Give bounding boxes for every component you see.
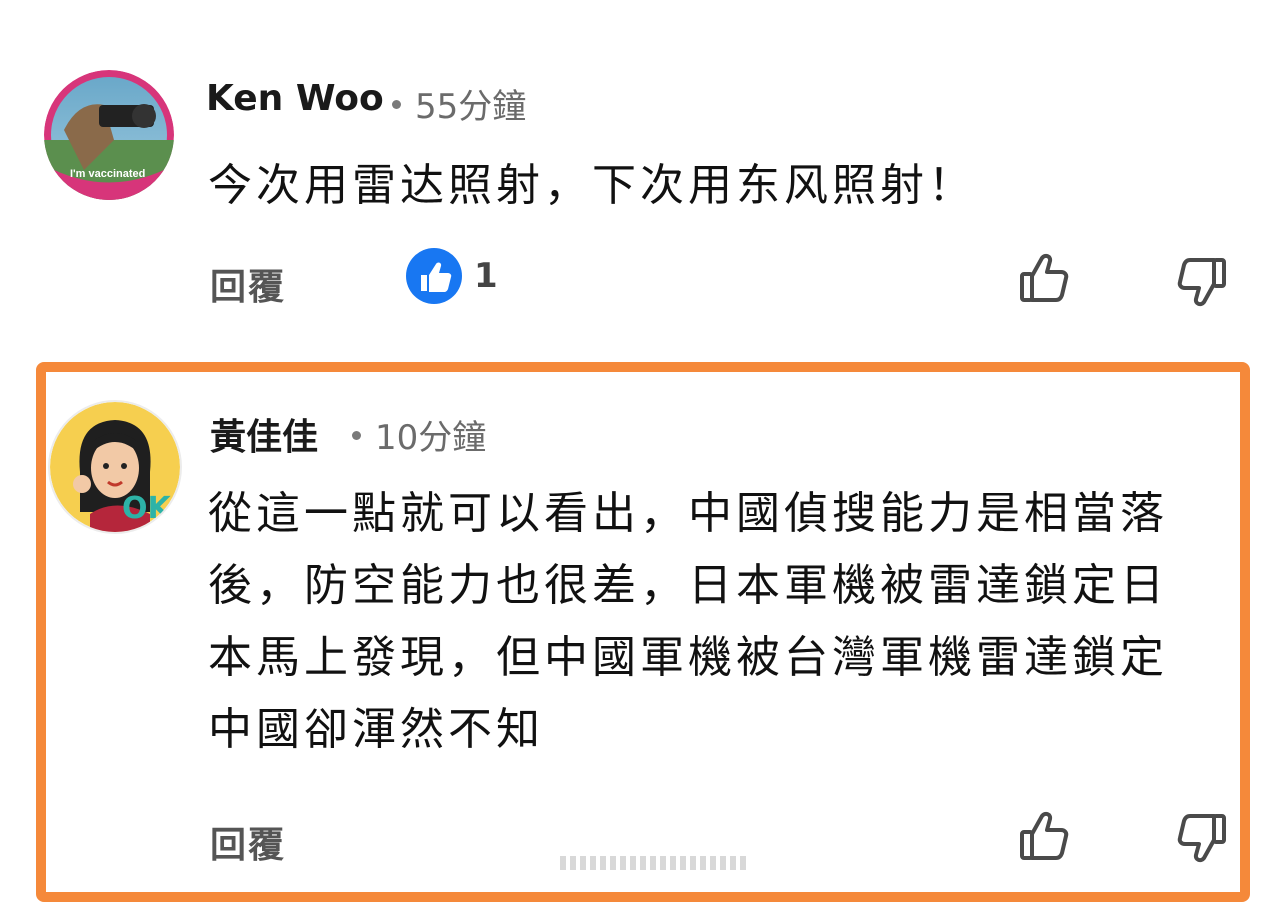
avatar[interactable]: OK bbox=[48, 400, 182, 534]
thumbs-up-outline-icon[interactable] bbox=[1016, 806, 1076, 866]
comment-time-text: 10分鐘 bbox=[375, 418, 487, 458]
comment-time: 10分鐘 bbox=[352, 410, 486, 459]
comment-time-text: 55分鐘 bbox=[415, 87, 527, 127]
avatar-badge: I'm vaccinated bbox=[70, 168, 146, 180]
separator-dot bbox=[352, 431, 361, 440]
comment-time: 55分鐘 bbox=[392, 79, 526, 128]
avatar[interactable]: I'm vaccinated bbox=[44, 70, 174, 200]
comment-text: 從這一點就可以看出，中國偵搜能力是相當落後，防空能力也很差，日本軍機被雷達鎖定日… bbox=[208, 488, 1168, 755]
reply-button[interactable]: 回覆 bbox=[210, 816, 286, 868]
like-count: 1 bbox=[474, 256, 498, 296]
thumbs-down-outline-icon[interactable] bbox=[1170, 808, 1230, 868]
thumbs-up-outline-icon[interactable] bbox=[1016, 248, 1076, 308]
reply-button[interactable]: 回覆 bbox=[210, 258, 286, 310]
separator-dot bbox=[392, 100, 401, 109]
thumbs-down-outline-icon[interactable] bbox=[1170, 252, 1230, 312]
scroll-indicator bbox=[560, 856, 750, 870]
comment-text: 今次用雷达照射，下次用东风照射！ bbox=[208, 160, 976, 211]
comment-author[interactable]: 黃佳佳 bbox=[210, 408, 318, 460]
comment-author[interactable]: Ken Woo bbox=[206, 78, 384, 119]
thumbs-up-icon bbox=[406, 248, 462, 304]
